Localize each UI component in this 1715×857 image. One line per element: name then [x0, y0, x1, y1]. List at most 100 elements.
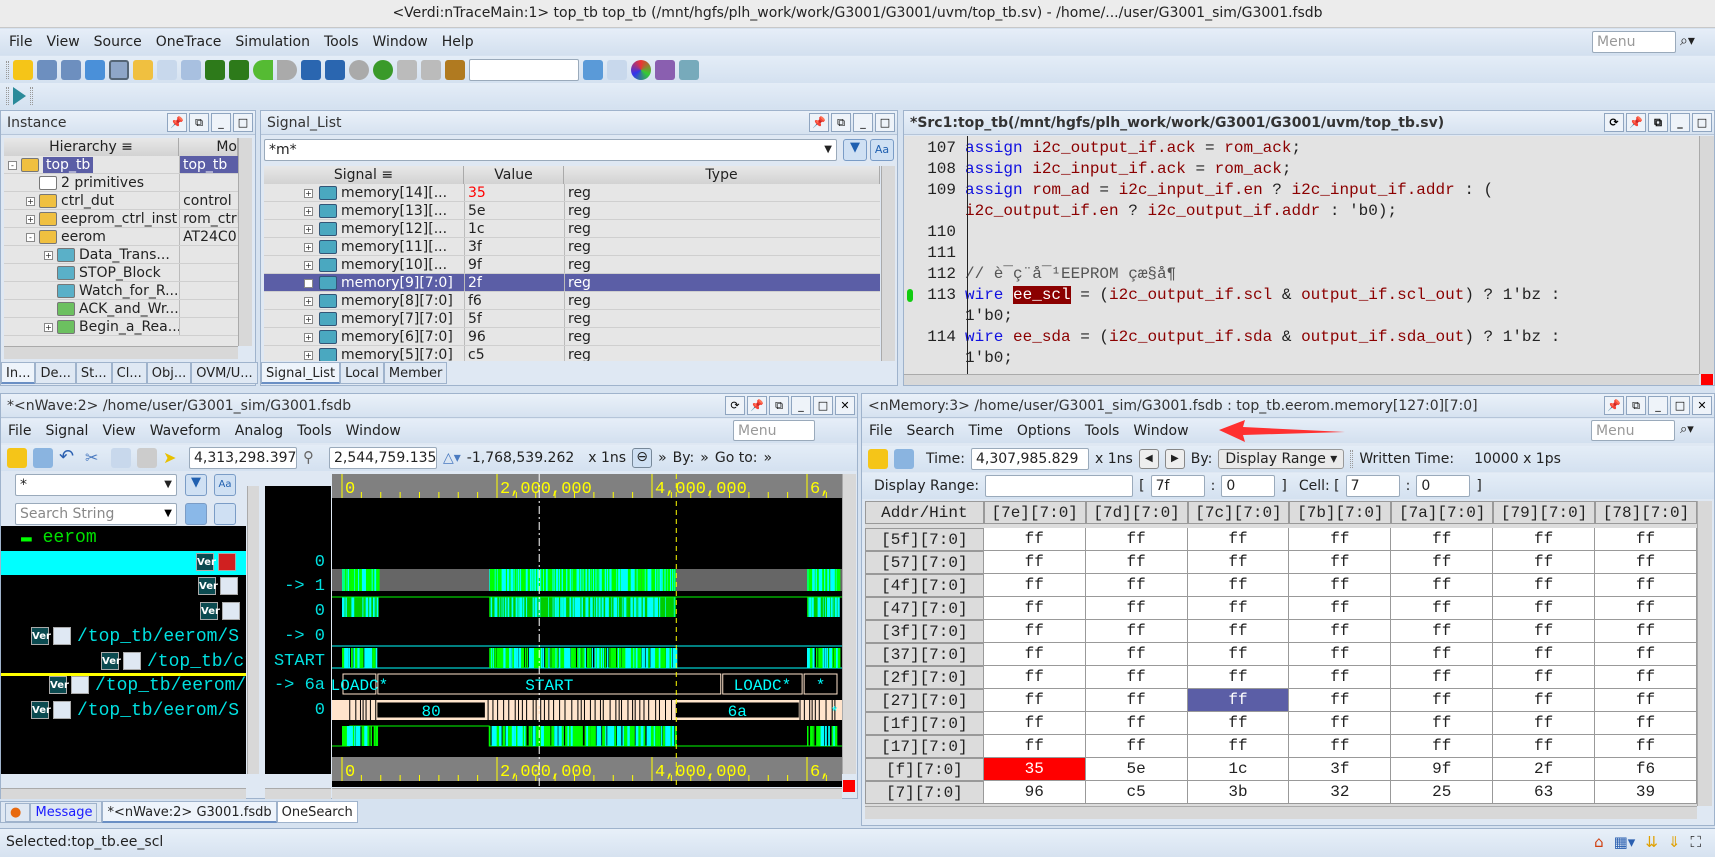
- code-line[interactable]: 1'b0;: [904, 348, 1699, 369]
- minimize-icon[interactable]: _: [791, 396, 811, 415]
- more-icon[interactable]: »: [763, 450, 772, 466]
- nmemory-menu-window[interactable]: Window: [1126, 423, 1195, 439]
- wave-signal-row[interactable]: Ver/top_tb/ctr: [101, 650, 246, 674]
- undock-icon[interactable]: ⧉: [189, 113, 209, 132]
- menu-search-icon[interactable]: ⌕▾: [1680, 422, 1694, 437]
- memory-cell[interactable]: ff: [1085, 643, 1188, 666]
- signal-filter-input[interactable]: * ▼: [15, 474, 177, 496]
- memory-cell[interactable]: ff: [1187, 574, 1290, 597]
- signal-row[interactable]: + memory[14][... 35 reg: [264, 184, 880, 202]
- memory-cell[interactable]: ff: [983, 643, 1086, 666]
- tab-nwave[interactable]: *<nWave:2> G3001.fsdb: [102, 801, 277, 823]
- signal-row[interactable]: + memory[13][... 5e reg: [264, 202, 880, 220]
- source-hscroll[interactable]: [904, 374, 1699, 385]
- apps-icon[interactable]: [655, 59, 675, 80]
- cell-low-input[interactable]: 0: [1416, 475, 1471, 497]
- memory-cell[interactable]: ff: [1187, 643, 1290, 666]
- cursor-time-input[interactable]: 4,313,298.397: [189, 447, 297, 469]
- tab-ovmu[interactable]: OVM/U...: [191, 362, 258, 384]
- code-line[interactable]: 113 wire ee_scl = (i2c_output_if.scl & ou…: [904, 285, 1699, 306]
- wave-signal-row[interactable]: Ver: [198, 575, 244, 599]
- undo-icon[interactable]: ↶: [59, 448, 79, 468]
- memory-cell[interactable]: ff: [1085, 735, 1188, 758]
- group-eerom[interactable]: ▬ eerom: [21, 526, 97, 550]
- column-header-value[interactable]: Value: [464, 166, 564, 184]
- memory-cell[interactable]: ff: [1085, 712, 1188, 735]
- memory-cell[interactable]: ff: [1085, 666, 1188, 689]
- connect-icon[interactable]: [397, 59, 417, 80]
- column-header-hierarchy[interactable]: Hierarchy ≡: [4, 138, 179, 156]
- memory-cell[interactable]: ff: [1595, 597, 1697, 620]
- memory-cell[interactable]: f6: [1595, 758, 1697, 781]
- zoom-out-icon[interactable]: ⊖: [632, 448, 653, 468]
- signal-row[interactable]: + memory[5][7:0] c5 reg: [264, 346, 880, 361]
- filter-icon[interactable]: ▼: [843, 139, 867, 161]
- memory-cell[interactable]: ff: [1391, 597, 1494, 620]
- pin-icon[interactable]: 📌: [167, 113, 187, 132]
- signal-filter-input[interactable]: *m* ▼: [264, 139, 837, 161]
- signal-row[interactable]: + memory[8][7:0] f6 reg: [264, 292, 880, 310]
- addr-hint-header[interactable]: Addr/Hint: [865, 501, 984, 524]
- expand-icon[interactable]: +: [26, 214, 35, 224]
- toolbar-combo[interactable]: [469, 58, 579, 81]
- signal-pane-vscroll[interactable]: [247, 486, 259, 774]
- paste-icon[interactable]: [137, 448, 157, 468]
- back-arrow-icon[interactable]: [253, 59, 273, 80]
- signal-list-vscroll[interactable]: [881, 166, 895, 361]
- nmemory-menu-options[interactable]: Options: [1010, 423, 1078, 439]
- memory-cell[interactable]: ff: [1391, 735, 1494, 758]
- memory-cell[interactable]: 32: [1289, 781, 1392, 804]
- cell-high-input[interactable]: 7: [1345, 475, 1400, 497]
- find-next-icon[interactable]: [214, 503, 236, 525]
- memory-cell[interactable]: ff: [1493, 597, 1596, 620]
- maximize-icon[interactable]: □: [233, 113, 253, 132]
- home-icon[interactable]: ⌂: [1594, 829, 1604, 855]
- memory-cell[interactable]: ff: [1187, 528, 1290, 551]
- expand-icon[interactable]: +: [304, 314, 313, 324]
- memory-cell[interactable]: ff: [1085, 551, 1188, 574]
- instance-row[interactable]: + eeprom_ctrl_inst rom_ctrl: [4, 210, 238, 228]
- undock-icon[interactable]: ⧉: [1648, 113, 1668, 132]
- column-header-type[interactable]: Type: [564, 166, 880, 184]
- wave-signal-row[interactable]: Ver: [200, 600, 246, 624]
- column-header-signal[interactable]: Signal ≡: [264, 166, 464, 184]
- case-sensitive-icon[interactable]: Aa: [214, 474, 236, 496]
- maximize-icon[interactable]: □: [875, 113, 895, 132]
- hierarchy-icon[interactable]: [85, 59, 105, 80]
- instance-row[interactable]: STOP_Block: [4, 264, 238, 282]
- memory-cell[interactable]: 5e: [1085, 758, 1188, 781]
- code-line[interactable]: i2c_output_if.en ? i2c_output_if.addr : …: [904, 201, 1699, 222]
- minimize-icon[interactable]: _: [211, 113, 231, 132]
- wave-signal-row[interactable]: Ver/top_tb/eerom/S: [31, 625, 239, 649]
- memory-cell[interactable]: ff: [1595, 528, 1697, 551]
- expand-icon[interactable]: +: [304, 206, 313, 216]
- chevron-down-icon[interactable]: ▼: [164, 504, 172, 524]
- minimize-icon[interactable]: _: [1670, 113, 1690, 132]
- memory-cell[interactable]: ff: [1493, 643, 1596, 666]
- nwave-menu-waveform[interactable]: Waveform: [143, 423, 228, 439]
- memory-cell[interactable]: ff: [1187, 666, 1290, 689]
- code-line[interactable]: 114 wire ee_sda = (i2c_output_if.sda & ou…: [904, 327, 1699, 348]
- expand-icon[interactable]: +: [304, 296, 313, 306]
- delta-up-icon[interactable]: △▾: [443, 450, 461, 466]
- memory-cell[interactable]: 3b: [1187, 781, 1290, 804]
- memory-column-header[interactable]: [7e][7:0]: [983, 501, 1086, 524]
- menu-search-icon[interactable]: ⌕▾: [1680, 33, 1695, 49]
- expand-icon[interactable]: +: [304, 188, 313, 198]
- reload-icon[interactable]: [894, 449, 914, 469]
- memory-cell[interactable]: ff: [1391, 574, 1494, 597]
- minimize-icon[interactable]: _: [853, 113, 873, 132]
- nwave-menu-file[interactable]: File: [1, 423, 38, 439]
- menu-search-input[interactable]: Menu: [1592, 31, 1676, 53]
- expand-icon[interactable]: +: [44, 250, 53, 260]
- toolbar-grip[interactable]: [1350, 450, 1354, 468]
- memory-vscroll[interactable]: [1697, 501, 1712, 806]
- wave-signal-row[interactable]: Ver/top_tb/eerom/S_B: [49, 674, 246, 698]
- nmemory-menu-time[interactable]: Time: [962, 423, 1010, 439]
- instance-row[interactable]: 2 primitives: [4, 174, 238, 192]
- undock-icon[interactable]: ⧉: [769, 396, 789, 415]
- cursor-pointer-icon[interactable]: ➤: [163, 448, 183, 468]
- memory-column-header[interactable]: [7a][7:0]: [1391, 501, 1494, 524]
- toolbar-grip[interactable]: [6, 87, 9, 105]
- pin-icon[interactable]: 📌: [747, 396, 767, 415]
